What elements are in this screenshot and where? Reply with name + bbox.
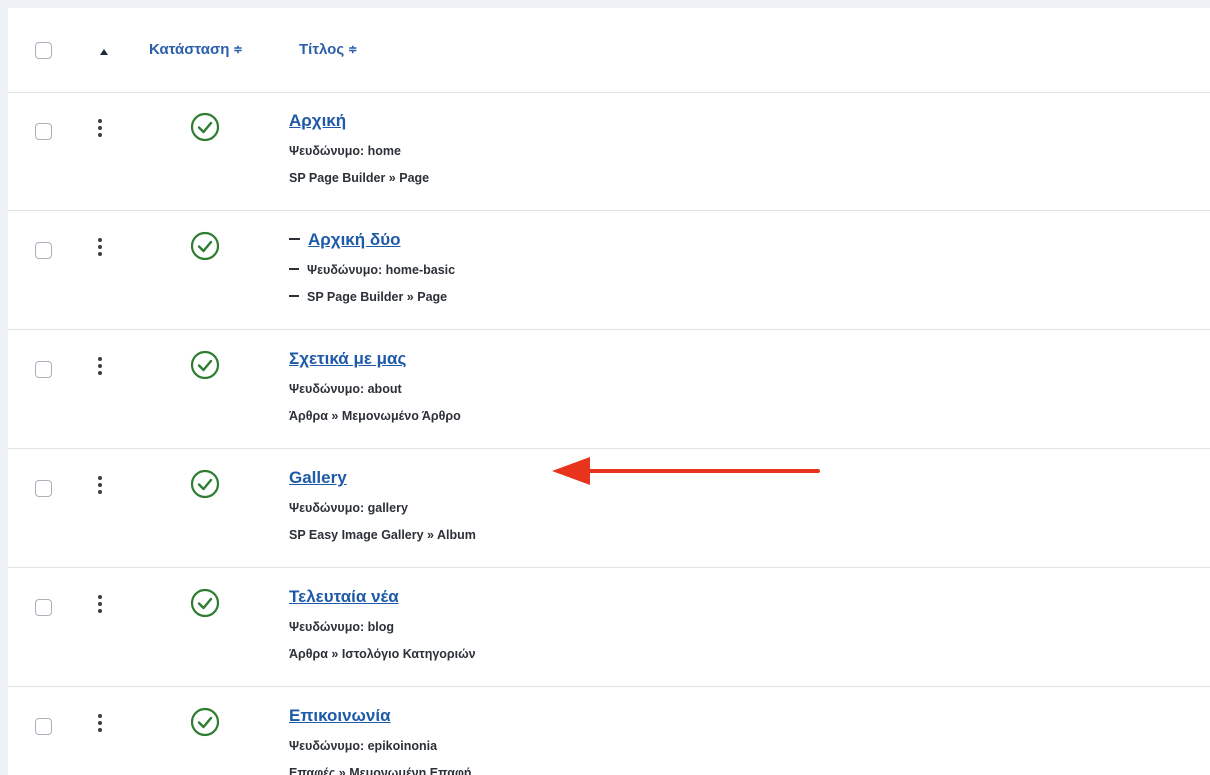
vertical-dots-icon[interactable]: [94, 714, 106, 732]
title-column-header[interactable]: Τίτλος ≑: [299, 41, 357, 58]
table-row: Τελευταία νέα Ψευδώνυμο: blog Άρθρα » Ισ…: [8, 568, 1210, 687]
table-row: Σχετικά με μας Ψευδώνυμο: about Άρθρα » …: [8, 330, 1210, 449]
status-header-label: Κατάσταση: [149, 41, 230, 58]
vertical-dots-icon[interactable]: [94, 476, 106, 494]
vertical-dots-icon[interactable]: [94, 357, 106, 375]
sort-arrows-icon: ≑: [348, 44, 358, 56]
check-circle-icon[interactable]: [189, 468, 221, 500]
item-alias: Ψευδώνυμο: epikoinonia: [289, 739, 438, 753]
item-alias: Ψευδώνυμο: gallery: [289, 501, 408, 515]
annotation-arrow: [552, 457, 820, 485]
ordering-sort-icon[interactable]: [100, 49, 108, 55]
item-title-link[interactable]: Αρχική δύο: [308, 230, 400, 249]
nesting-dash: [289, 238, 300, 240]
item-alias: Ψευδώνυμο: home-basic: [307, 263, 456, 277]
nested-title-wrap: Αρχική δύο: [289, 230, 400, 250]
row-checkbox[interactable]: [35, 242, 52, 259]
item-alias: Ψευδώνυμο: about: [289, 382, 402, 396]
check-circle-icon[interactable]: [189, 349, 221, 381]
vertical-dots-icon[interactable]: [94, 119, 106, 137]
item-type-wrap: SP Page Builder » Page: [289, 290, 447, 304]
check-circle-icon[interactable]: [189, 111, 221, 143]
check-circle-icon[interactable]: [189, 706, 221, 738]
item-type: Επαφές » Μεμονωμένη Επαφή: [289, 766, 472, 775]
table-row: Επικοινωνία Ψευδώνυμο: epikoinonia Επαφέ…: [8, 687, 1210, 775]
row-checkbox[interactable]: [35, 480, 52, 497]
row-checkbox[interactable]: [35, 123, 52, 140]
row-checkbox[interactable]: [35, 599, 52, 616]
nesting-dash: [289, 295, 299, 297]
status-column-header[interactable]: Κατάσταση ≑: [149, 41, 243, 58]
title-header-label: Τίτλος: [299, 41, 345, 58]
vertical-dots-icon[interactable]: [94, 238, 106, 256]
item-alias: Ψευδώνυμο: blog: [289, 620, 394, 634]
check-circle-icon[interactable]: [189, 587, 221, 619]
nesting-dash: [289, 268, 299, 270]
select-all-checkbox[interactable]: [35, 42, 52, 59]
item-type: SP Page Builder » Page: [289, 171, 430, 185]
item-type: Άρθρα » Μεμονωμένο Άρθρο: [289, 409, 461, 423]
item-alias-wrap: Ψευδώνυμο: home-basic: [289, 263, 455, 277]
row-checkbox[interactable]: [35, 361, 52, 378]
item-title-link[interactable]: Τελευταία νέα: [289, 587, 399, 607]
item-alias: Ψευδώνυμο: home: [289, 144, 401, 158]
row-checkbox[interactable]: [35, 718, 52, 735]
item-type: SP Page Builder » Page: [307, 290, 448, 304]
item-type: Άρθρα » Ιστολόγιο Κατηγοριών: [289, 647, 476, 661]
menu-items-table: Κατάσταση ≑ Τίτλος ≑ Αρχική Ψευδώνυμο: hom…: [8, 8, 1210, 775]
check-circle-icon[interactable]: [189, 230, 221, 262]
item-title-link[interactable]: Αρχική: [289, 111, 346, 131]
sort-arrows-icon: ≑: [233, 44, 243, 56]
item-type: SP Easy Image Gallery » Album: [289, 528, 476, 542]
vertical-dots-icon[interactable]: [94, 595, 106, 613]
item-title-link[interactable]: Gallery: [289, 468, 347, 488]
item-title-link[interactable]: Σχετικά με μας: [289, 349, 406, 369]
item-title-link[interactable]: Επικοινωνία: [289, 706, 391, 726]
table-row: Αρχική Ψευδώνυμο: home SP Page Builder »…: [8, 92, 1210, 211]
table-row: Αρχική δύο Ψευδώνυμο: home-basic SP Page…: [8, 211, 1210, 330]
table-header: Κατάσταση ≑ Τίτλος ≑: [8, 8, 1210, 93]
